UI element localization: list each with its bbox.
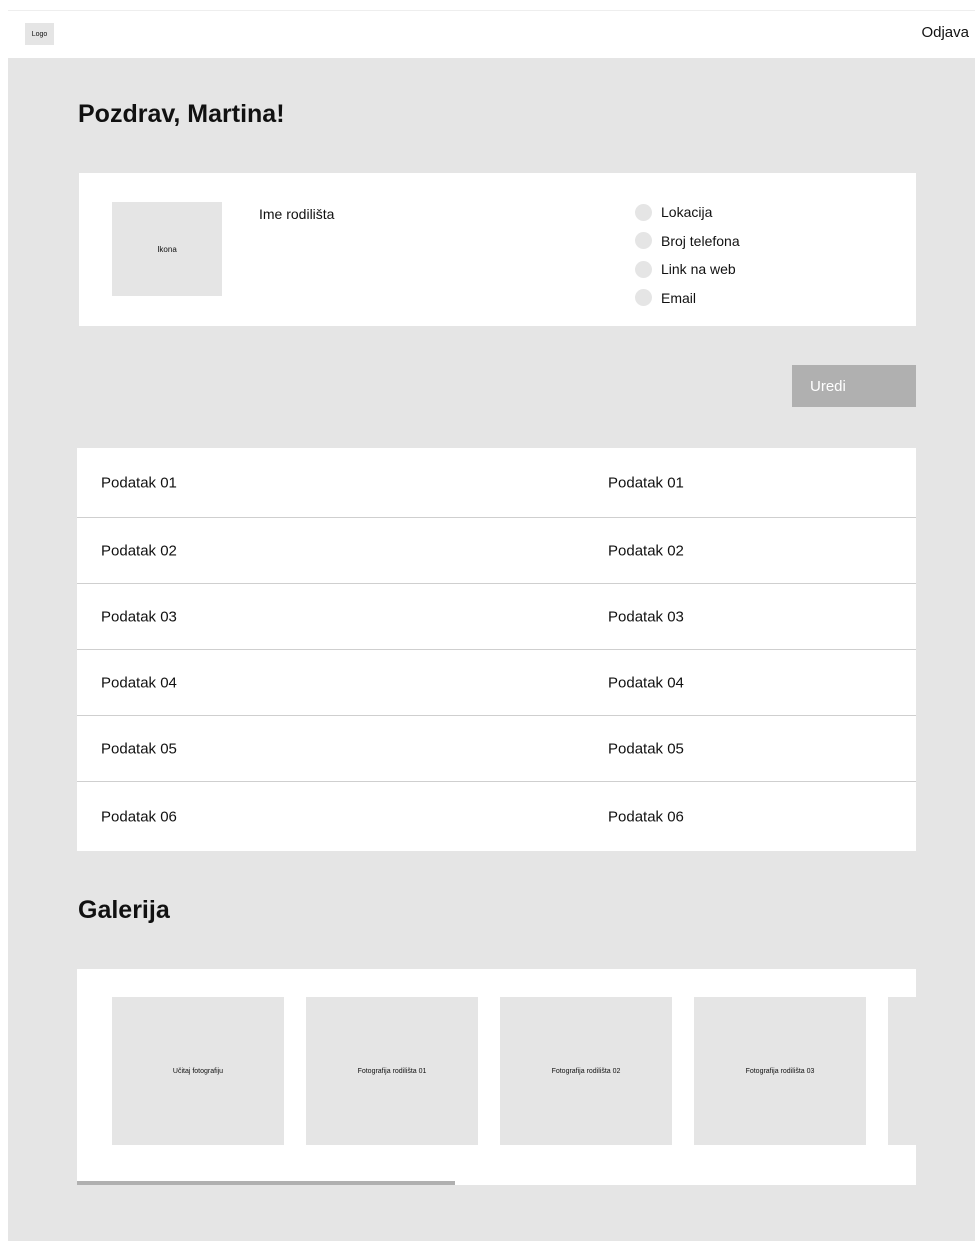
icon-placeholder-label: Ikona xyxy=(157,244,177,254)
profile-card: Ikona Ime rodilišta Lokacija Broj telefo… xyxy=(79,173,916,326)
page-title: Pozdrav, Martina! xyxy=(78,100,285,128)
contact-web-label[interactable]: Link na web xyxy=(661,261,736,277)
upload-photo-tile[interactable]: Učitaj fotografiju xyxy=(112,997,284,1145)
maternity-ward-name: Ime rodilišta xyxy=(259,206,335,222)
edit-button[interactable]: Uredi xyxy=(792,365,916,407)
email-icon xyxy=(635,289,652,307)
table-cell: Podatak 06 xyxy=(101,808,177,825)
table-row: Podatak 04 Podatak 04 xyxy=(77,650,916,716)
contact-email[interactable]: Email xyxy=(635,284,740,313)
table-row: Podatak 05 Podatak 05 xyxy=(77,716,916,782)
contact-list: Lokacija Broj telefona Link na web Email xyxy=(635,198,740,312)
table-cell: Podatak 03 xyxy=(101,608,177,625)
top-bar: Logo Odjava xyxy=(8,10,975,58)
table-cell: Podatak 01 xyxy=(101,474,177,491)
location-icon xyxy=(635,203,652,221)
gallery-photo[interactable] xyxy=(888,997,916,1145)
table-cell: Podatak 01 xyxy=(608,474,684,491)
table-row: Podatak 06 Podatak 06 xyxy=(77,782,916,851)
maternity-ward-icon: Ikona xyxy=(112,202,222,296)
table-cell: Podatak 02 xyxy=(608,542,684,559)
contact-phone: Broj telefona xyxy=(635,227,740,256)
table-row: Podatak 01 Podatak 01 xyxy=(77,448,916,518)
table-cell: Podatak 05 xyxy=(101,740,177,757)
table-row: Podatak 02 Podatak 02 xyxy=(77,518,916,584)
web-link-icon xyxy=(635,260,652,278)
gallery-photo[interactable]: Fotografija rodilišta 02 xyxy=(500,997,672,1145)
table-cell: Podatak 06 xyxy=(608,808,684,825)
table-cell: Podatak 05 xyxy=(608,740,684,757)
gallery-photo-label: Fotografija rodilišta 02 xyxy=(551,1067,621,1075)
logout-link[interactable]: Odjava xyxy=(921,24,969,41)
logo[interactable]: Logo xyxy=(25,23,54,45)
table-cell: Podatak 04 xyxy=(608,674,684,691)
phone-icon xyxy=(635,232,652,250)
data-table: Podatak 01 Podatak 01 Podatak 02 Podatak… xyxy=(77,448,916,851)
gallery-carousel: Učitaj fotografiju Fotografija rodilišta… xyxy=(77,969,916,1185)
table-row: Podatak 03 Podatak 03 xyxy=(77,584,916,650)
contact-web[interactable]: Link na web xyxy=(635,255,740,284)
contact-location-label: Lokacija xyxy=(661,204,713,221)
table-cell: Podatak 03 xyxy=(608,608,684,625)
table-cell: Podatak 02 xyxy=(101,542,177,559)
gallery-photo-label: Fotografija rodilišta 03 xyxy=(745,1067,815,1075)
gallery-title: Galerija xyxy=(78,896,170,924)
gallery-photo-label: Fotografija rodilišta 01 xyxy=(357,1067,427,1075)
table-cell: Podatak 04 xyxy=(101,674,177,691)
contact-phone-label: Broj telefona xyxy=(661,232,740,249)
gallery-photo[interactable]: Fotografija rodilišta 03 xyxy=(694,997,866,1145)
upload-photo-label[interactable]: Učitaj fotografiju xyxy=(173,1067,223,1076)
gallery-photo[interactable]: Fotografija rodilišta 01 xyxy=(306,997,478,1145)
gallery-scrollbar-thumb[interactable] xyxy=(77,1181,455,1185)
contact-email-label[interactable]: Email xyxy=(661,290,696,306)
contact-location: Lokacija xyxy=(635,198,740,227)
